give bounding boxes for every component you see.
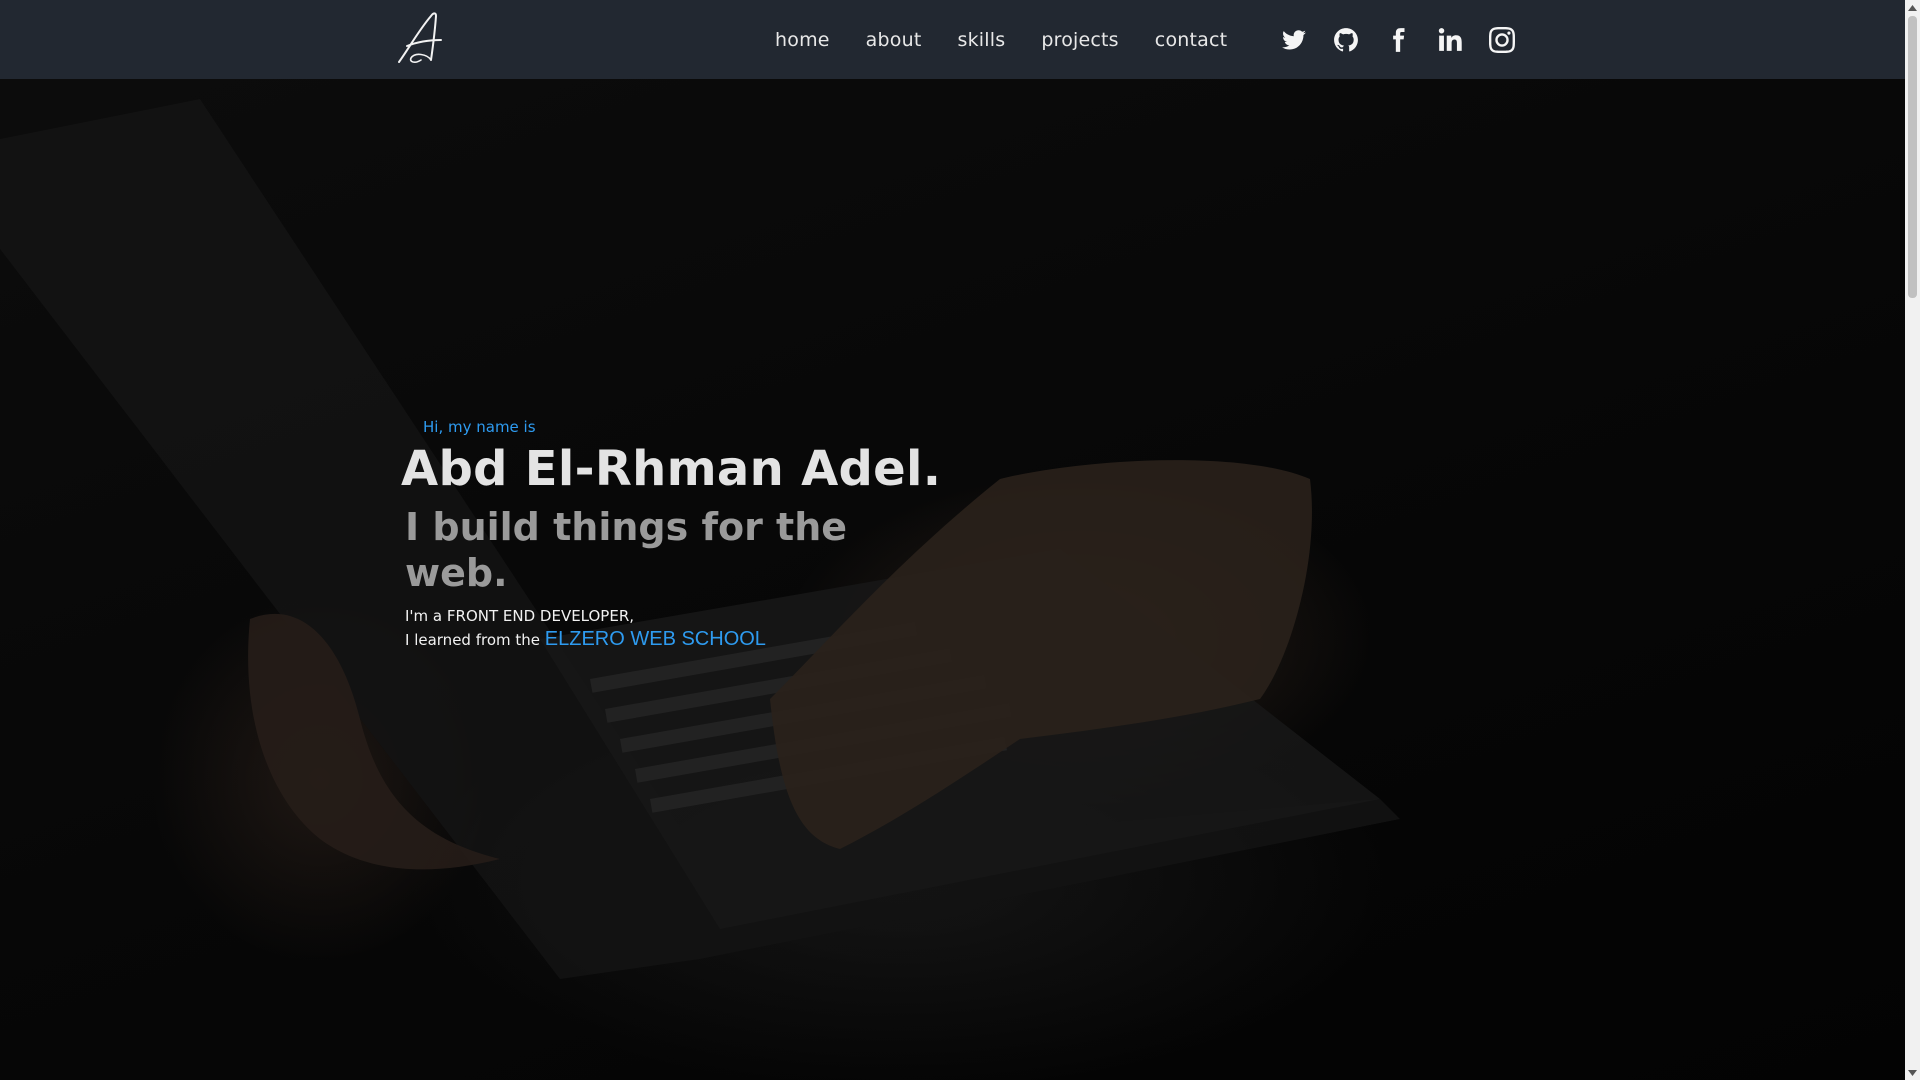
elzero-link[interactable]: ELZERO WEB SCHOOL — [545, 628, 766, 650]
page-scrollbar[interactable] — [1905, 0, 1920, 1080]
desc-line-learned-text: I learned from the — [405, 631, 540, 649]
hero-background-image — [0, 99, 1400, 979]
hero-tagline: I build things for the web. — [405, 505, 848, 595]
nav-link-skills[interactable]: skills — [958, 29, 1006, 51]
github-icon[interactable] — [1332, 26, 1360, 54]
signature-a-logo-icon — [398, 12, 442, 63]
hero-description: I'm a FRONT END DEVELOPER, I learned fro… — [405, 605, 766, 652]
instagram-icon[interactable] — [1488, 26, 1516, 54]
scroll-up-arrow-icon[interactable] — [1905, 0, 1920, 15]
twitter-icon[interactable] — [1280, 26, 1308, 54]
scroll-down-arrow-icon[interactable] — [1905, 1065, 1920, 1080]
intro-text: Hi, my name is — [423, 418, 536, 436]
navbar: home about skills projects contact — [0, 0, 1905, 79]
hero-section: Hi, my name is Abd El-Rhman Adel. I buil… — [0, 79, 1905, 1080]
social-links — [1280, 0, 1516, 79]
nav-link-contact[interactable]: contact — [1155, 29, 1228, 51]
nav-link-projects[interactable]: projects — [1041, 29, 1118, 51]
hero-name: Abd El-Rhman Adel. — [401, 441, 942, 497]
nav-links: home about skills projects contact — [775, 0, 1227, 79]
logo[interactable] — [395, 10, 447, 66]
desc-line-role: I'm a FRONT END DEVELOPER, — [405, 607, 635, 625]
desc-line-learned: I learned from the ELZERO WEB SCHOOL — [405, 628, 766, 652]
linkedin-icon[interactable] — [1436, 26, 1464, 54]
scrollbar-thumb[interactable] — [1908, 16, 1917, 298]
nav-link-home[interactable]: home — [775, 29, 830, 51]
nav-link-about[interactable]: about — [866, 29, 922, 51]
facebook-icon[interactable] — [1384, 26, 1412, 54]
